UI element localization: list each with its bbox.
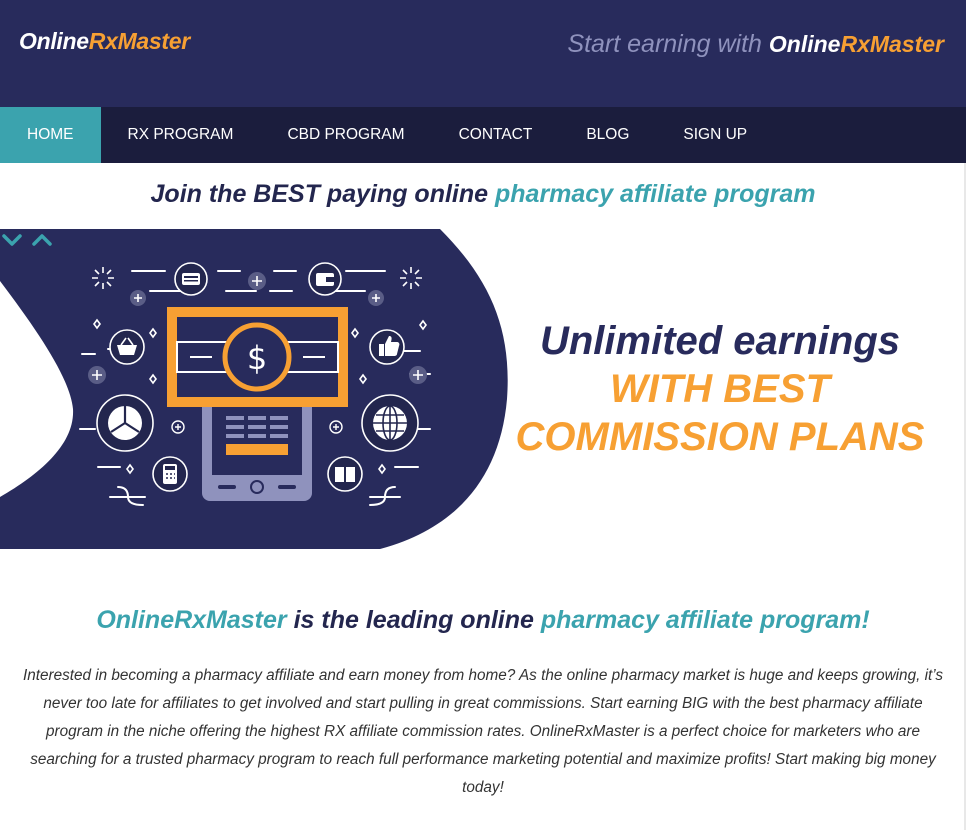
tagline-brand-online: Online (768, 31, 841, 57)
tagline-prefix: Start earning with (567, 30, 769, 58)
hero-headline: Unlimited earnings WITH BEST COMMISSION … (510, 317, 930, 461)
globe-icon (361, 394, 419, 452)
site-logo[interactable]: OnlineRxMaster (19, 28, 190, 55)
pie-chart-icon (96, 394, 154, 452)
logo-text-rxmaster: RxMaster (88, 28, 190, 54)
nav-item-rx-program[interactable]: RX PROGRAM (101, 107, 261, 163)
hero-headline-line3: COMMISSION PLANS (515, 415, 925, 459)
page: OnlineRxMaster Start earning with Online… (0, 0, 966, 830)
site-header: OnlineRxMaster Start earning with Online… (0, 0, 966, 107)
intro-heading: Join the BEST paying online pharmacy aff… (0, 180, 966, 209)
calculator-icon (152, 456, 188, 492)
credit-card-icon (174, 262, 208, 296)
slider-controls (0, 229, 56, 251)
main-nav: HOME RX PROGRAM CBD PROGRAM CONTACT BLOG… (0, 107, 966, 163)
like-icon (369, 329, 405, 365)
hero-banner: $ Unlimited earnings WITH BEST COMMISSIO… (0, 229, 966, 549)
section-heading: OnlineRxMaster is the leading online pha… (0, 606, 966, 635)
intro-heading-part1: Join the BEST paying online (150, 180, 495, 208)
section-heading-end: pharmacy affiliate program! (540, 606, 870, 634)
header-tagline: Start earning with OnlineRxMaster (567, 30, 944, 59)
money-symbol: $ (247, 339, 267, 377)
book-icon (327, 456, 363, 492)
nav-item-contact[interactable]: CONTACT (432, 107, 560, 163)
wallet-icon (308, 262, 342, 296)
nav-item-home[interactable]: HOME (0, 107, 101, 163)
section-body-text: Interested in becoming a pharmacy affili… (22, 667, 943, 796)
tagline-brand: OnlineRxMaster (769, 31, 944, 57)
section-heading-brand: OnlineRxMaster (96, 606, 287, 634)
nav-item-cbd-program[interactable]: CBD PROGRAM (260, 107, 431, 163)
chevron-up-icon[interactable] (30, 229, 56, 251)
shopping-basket-icon (109, 329, 145, 365)
hero-headline-line2: WITH BEST (610, 367, 830, 411)
hero-headline-line1: Unlimited earnings (539, 319, 901, 363)
banknote-icon: $ (167, 307, 348, 407)
tagline-brand-rxmaster: RxMaster (840, 31, 944, 57)
intro-heading-part2: pharmacy affiliate program (495, 180, 816, 208)
section-heading-mid: is the leading online (286, 606, 541, 634)
logo-text-online: Online (19, 28, 89, 54)
nav-item-sign-up[interactable]: SIGN UP (656, 107, 774, 163)
chevron-down-icon[interactable] (0, 229, 26, 251)
nav-item-blog[interactable]: BLOG (559, 107, 656, 163)
